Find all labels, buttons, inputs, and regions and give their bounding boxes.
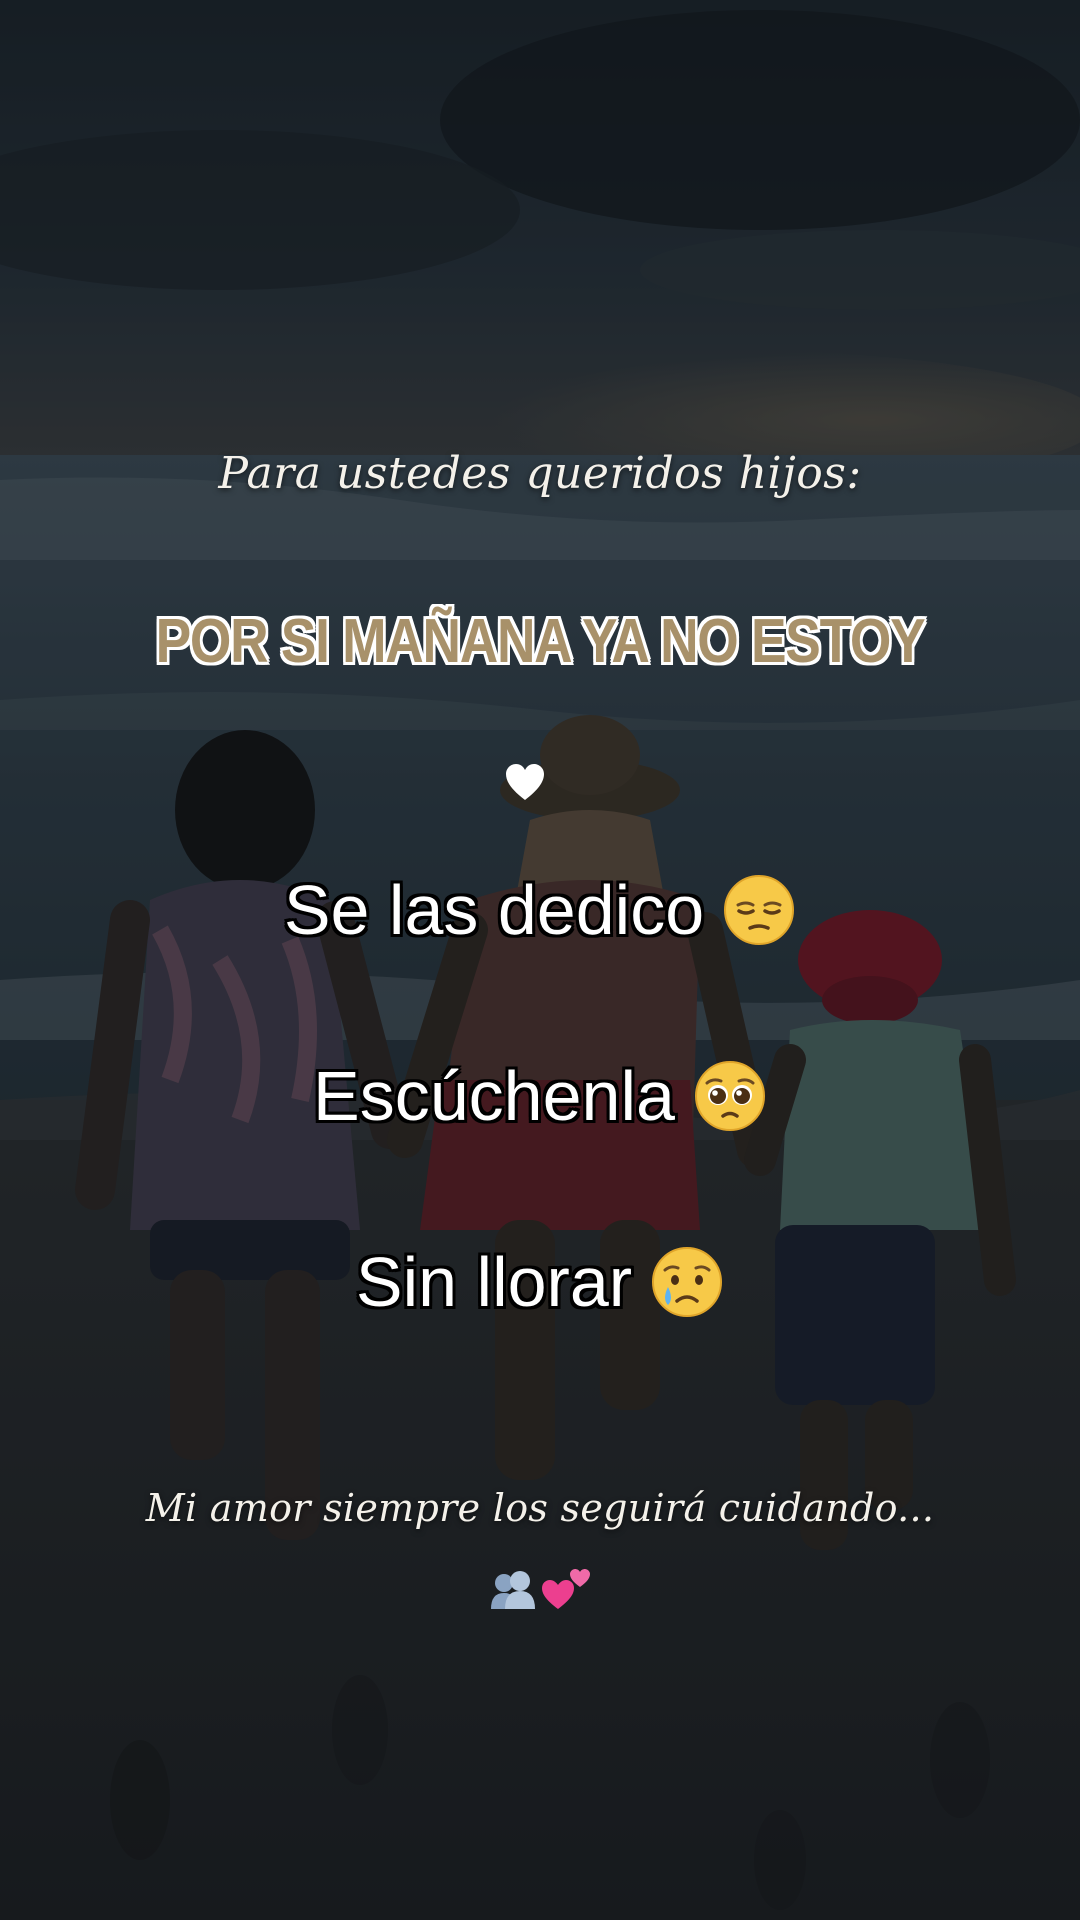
crying-face-icon	[652, 1246, 723, 1317]
headline: POR SI MAÑANA YA NO ESTOY	[155, 607, 926, 676]
two-hearts-icon	[542, 1569, 590, 1609]
pleading-face-icon	[694, 1060, 765, 1131]
no-crying-line: Sin llorar	[0, 1242, 1080, 1325]
outro-caption: Mi amor siempre los seguirá cuidando...	[145, 1486, 935, 1530]
video-frame: Para ustedes queridos hijos: POR SI MAÑA…	[0, 0, 1080, 1920]
no-crying-text: Sin llorar	[355, 1243, 633, 1321]
trailing-emojis	[491, 1569, 590, 1609]
dedication-text: Se las dedico	[283, 871, 705, 949]
dedication-line: Se las dedico	[0, 870, 1080, 953]
dark-overlay	[0, 0, 1080, 1920]
listen-text: Escúchenla	[313, 1057, 675, 1135]
busts-in-silhouette-icon	[491, 1571, 535, 1609]
white-heart-icon	[506, 764, 544, 800]
intro-caption: Para ustedes queridos hijos:	[218, 448, 862, 499]
pensive-face-icon	[724, 874, 795, 945]
listen-line: Escúchenla	[0, 1056, 1080, 1139]
